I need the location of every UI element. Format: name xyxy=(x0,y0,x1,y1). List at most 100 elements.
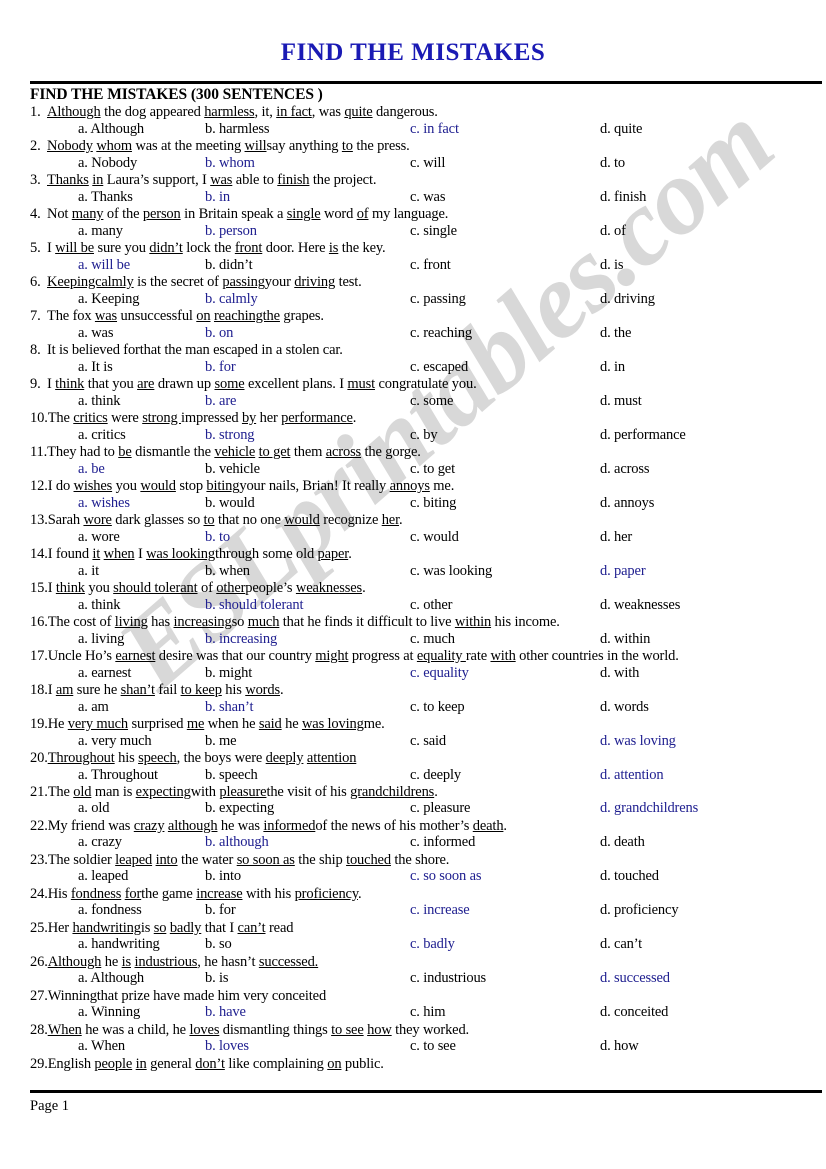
answer-option-b[interactable]: b. increasing xyxy=(205,631,277,648)
answer-option-b[interactable]: b. calmly xyxy=(205,291,258,308)
answer-option-c[interactable]: c. deeply xyxy=(410,767,461,784)
answer-option-b[interactable]: b. didn’t xyxy=(205,257,253,274)
answer-option-a[interactable]: a. Winning xyxy=(78,1004,140,1021)
answer-option-c[interactable]: c. biting xyxy=(410,495,456,512)
answer-option-c[interactable]: c. single xyxy=(410,223,457,240)
answer-option-b[interactable]: b. into xyxy=(205,868,241,885)
answer-option-c[interactable]: c. to see xyxy=(410,1038,456,1055)
answer-option-b[interactable]: b. me xyxy=(205,733,237,750)
answer-option-a[interactable]: a. critics xyxy=(78,427,126,444)
answer-option-b[interactable]: b. shan’t xyxy=(205,699,253,716)
answer-option-b[interactable]: b. when xyxy=(205,563,250,580)
answer-option-b[interactable]: b. expecting xyxy=(205,800,274,817)
answer-option-c[interactable]: c. passing xyxy=(410,291,466,308)
answer-option-a[interactable]: a. it xyxy=(78,563,99,580)
answer-option-b[interactable]: b. harmless xyxy=(205,121,270,138)
answer-option-b[interactable]: b. strong xyxy=(205,427,255,444)
answer-option-a[interactable]: a. be xyxy=(78,461,105,478)
answer-option-b[interactable]: b. is xyxy=(205,970,229,987)
answer-option-c[interactable]: c. industrious xyxy=(410,970,486,987)
answer-option-b[interactable]: b. on xyxy=(205,325,233,342)
answer-option-b[interactable]: b. person xyxy=(205,223,257,240)
answer-option-c[interactable]: c. reaching xyxy=(410,325,472,342)
answer-option-a[interactable]: a. It is xyxy=(78,359,113,376)
answer-option-b[interactable]: b. for xyxy=(205,359,236,376)
answer-option-b[interactable]: b. loves xyxy=(205,1038,249,1055)
answer-option-a[interactable]: a. was xyxy=(78,325,113,342)
answer-option-d[interactable]: d. was loving xyxy=(600,733,676,750)
answer-option-a[interactable]: a. will be xyxy=(78,257,130,274)
answer-option-b[interactable]: b. would xyxy=(205,495,255,512)
answer-option-a[interactable]: a. Thanks xyxy=(78,189,133,206)
answer-option-a[interactable]: a. crazy xyxy=(78,834,122,851)
answer-option-d[interactable]: d. weaknesses xyxy=(600,597,680,614)
answer-option-c[interactable]: c. escaped xyxy=(410,359,468,376)
answer-option-c[interactable]: c. other xyxy=(410,597,452,614)
answer-option-d[interactable]: d. can’t xyxy=(600,936,642,953)
answer-option-d[interactable]: d. attention xyxy=(600,767,664,784)
answer-option-a[interactable]: a. earnest xyxy=(78,665,131,682)
answer-option-d[interactable]: d. driving xyxy=(600,291,655,308)
answer-option-d[interactable]: d. the xyxy=(600,325,631,342)
answer-option-a[interactable]: a. am xyxy=(78,699,109,716)
answer-option-d[interactable]: d. paper xyxy=(600,563,646,580)
answer-option-c[interactable]: c. so soon as xyxy=(410,868,482,885)
answer-option-a[interactable]: a. Although xyxy=(78,121,144,138)
answer-option-c[interactable]: c. pleasure xyxy=(410,800,470,817)
answer-option-d[interactable]: d. within xyxy=(600,631,650,648)
answer-option-a[interactable]: a. wishes xyxy=(78,495,130,512)
answer-option-a[interactable]: a. many xyxy=(78,223,123,240)
answer-option-d[interactable]: d. to xyxy=(600,155,625,172)
answer-option-d[interactable]: d. words xyxy=(600,699,649,716)
answer-option-c[interactable]: c. in fact xyxy=(410,121,459,138)
answer-option-a[interactable]: a. very much xyxy=(78,733,152,750)
answer-option-b[interactable]: b. in xyxy=(205,189,230,206)
answer-option-b[interactable]: b. to xyxy=(205,529,230,546)
answer-option-d[interactable]: d. successed xyxy=(600,970,670,987)
answer-option-d[interactable]: d. finish xyxy=(600,189,646,206)
answer-option-a[interactable]: a. Although xyxy=(78,970,144,987)
answer-option-d[interactable]: d. of xyxy=(600,223,626,240)
answer-option-d[interactable]: d. in xyxy=(600,359,625,376)
answer-option-c[interactable]: c. increase xyxy=(410,902,470,919)
answer-option-b[interactable]: b. so xyxy=(205,936,232,953)
answer-option-a[interactable]: a. think xyxy=(78,597,120,614)
answer-option-b[interactable]: b. vehicle xyxy=(205,461,260,478)
answer-option-d[interactable]: d. grandchildrens xyxy=(600,800,698,817)
answer-option-a[interactable]: a. handwriting xyxy=(78,936,160,953)
answer-option-d[interactable]: d. how xyxy=(600,1038,639,1055)
answer-option-d[interactable]: d. proficiency xyxy=(600,902,679,919)
answer-option-a[interactable]: a. Nobody xyxy=(78,155,137,172)
answer-option-d[interactable]: d. performance xyxy=(600,427,686,444)
answer-option-c[interactable]: c. by xyxy=(410,427,438,444)
answer-option-b[interactable]: b. speech xyxy=(205,767,258,784)
answer-option-c[interactable]: c. said xyxy=(410,733,446,750)
answer-option-c[interactable]: c. to get xyxy=(410,461,455,478)
answer-option-b[interactable]: b. should tolerant xyxy=(205,597,304,614)
answer-option-d[interactable]: d. must xyxy=(600,393,642,410)
answer-option-c[interactable]: c. would xyxy=(410,529,459,546)
answer-option-b[interactable]: b. are xyxy=(205,393,236,410)
answer-option-d[interactable]: d. with xyxy=(600,665,639,682)
answer-option-d[interactable]: d. annoys xyxy=(600,495,654,512)
answer-option-b[interactable]: b. although xyxy=(205,834,269,851)
answer-option-c[interactable]: c. front xyxy=(410,257,451,274)
answer-option-c[interactable]: c. will xyxy=(410,155,445,172)
answer-option-c[interactable]: c. equality xyxy=(410,665,469,682)
answer-option-a[interactable]: a. Throughout xyxy=(78,767,158,784)
answer-option-a[interactable]: a. fondness xyxy=(78,902,142,919)
answer-option-c[interactable]: c. him xyxy=(410,1004,445,1021)
answer-option-a[interactable]: a. living xyxy=(78,631,124,648)
answer-option-d[interactable]: d. across xyxy=(600,461,650,478)
answer-option-c[interactable]: c. was xyxy=(410,189,445,206)
answer-option-d[interactable]: d. death xyxy=(600,834,645,851)
answer-option-c[interactable]: c. to keep xyxy=(410,699,465,716)
answer-option-a[interactable]: a. leaped xyxy=(78,868,128,885)
answer-option-b[interactable]: b. have xyxy=(205,1004,246,1021)
answer-option-d[interactable]: d. touched xyxy=(600,868,659,885)
answer-option-c[interactable]: c. informed xyxy=(410,834,475,851)
answer-option-d[interactable]: d. conceited xyxy=(600,1004,668,1021)
answer-option-b[interactable]: b. for xyxy=(205,902,236,919)
answer-option-c[interactable]: c. much xyxy=(410,631,455,648)
answer-option-a[interactable]: a. Keeping xyxy=(78,291,139,308)
